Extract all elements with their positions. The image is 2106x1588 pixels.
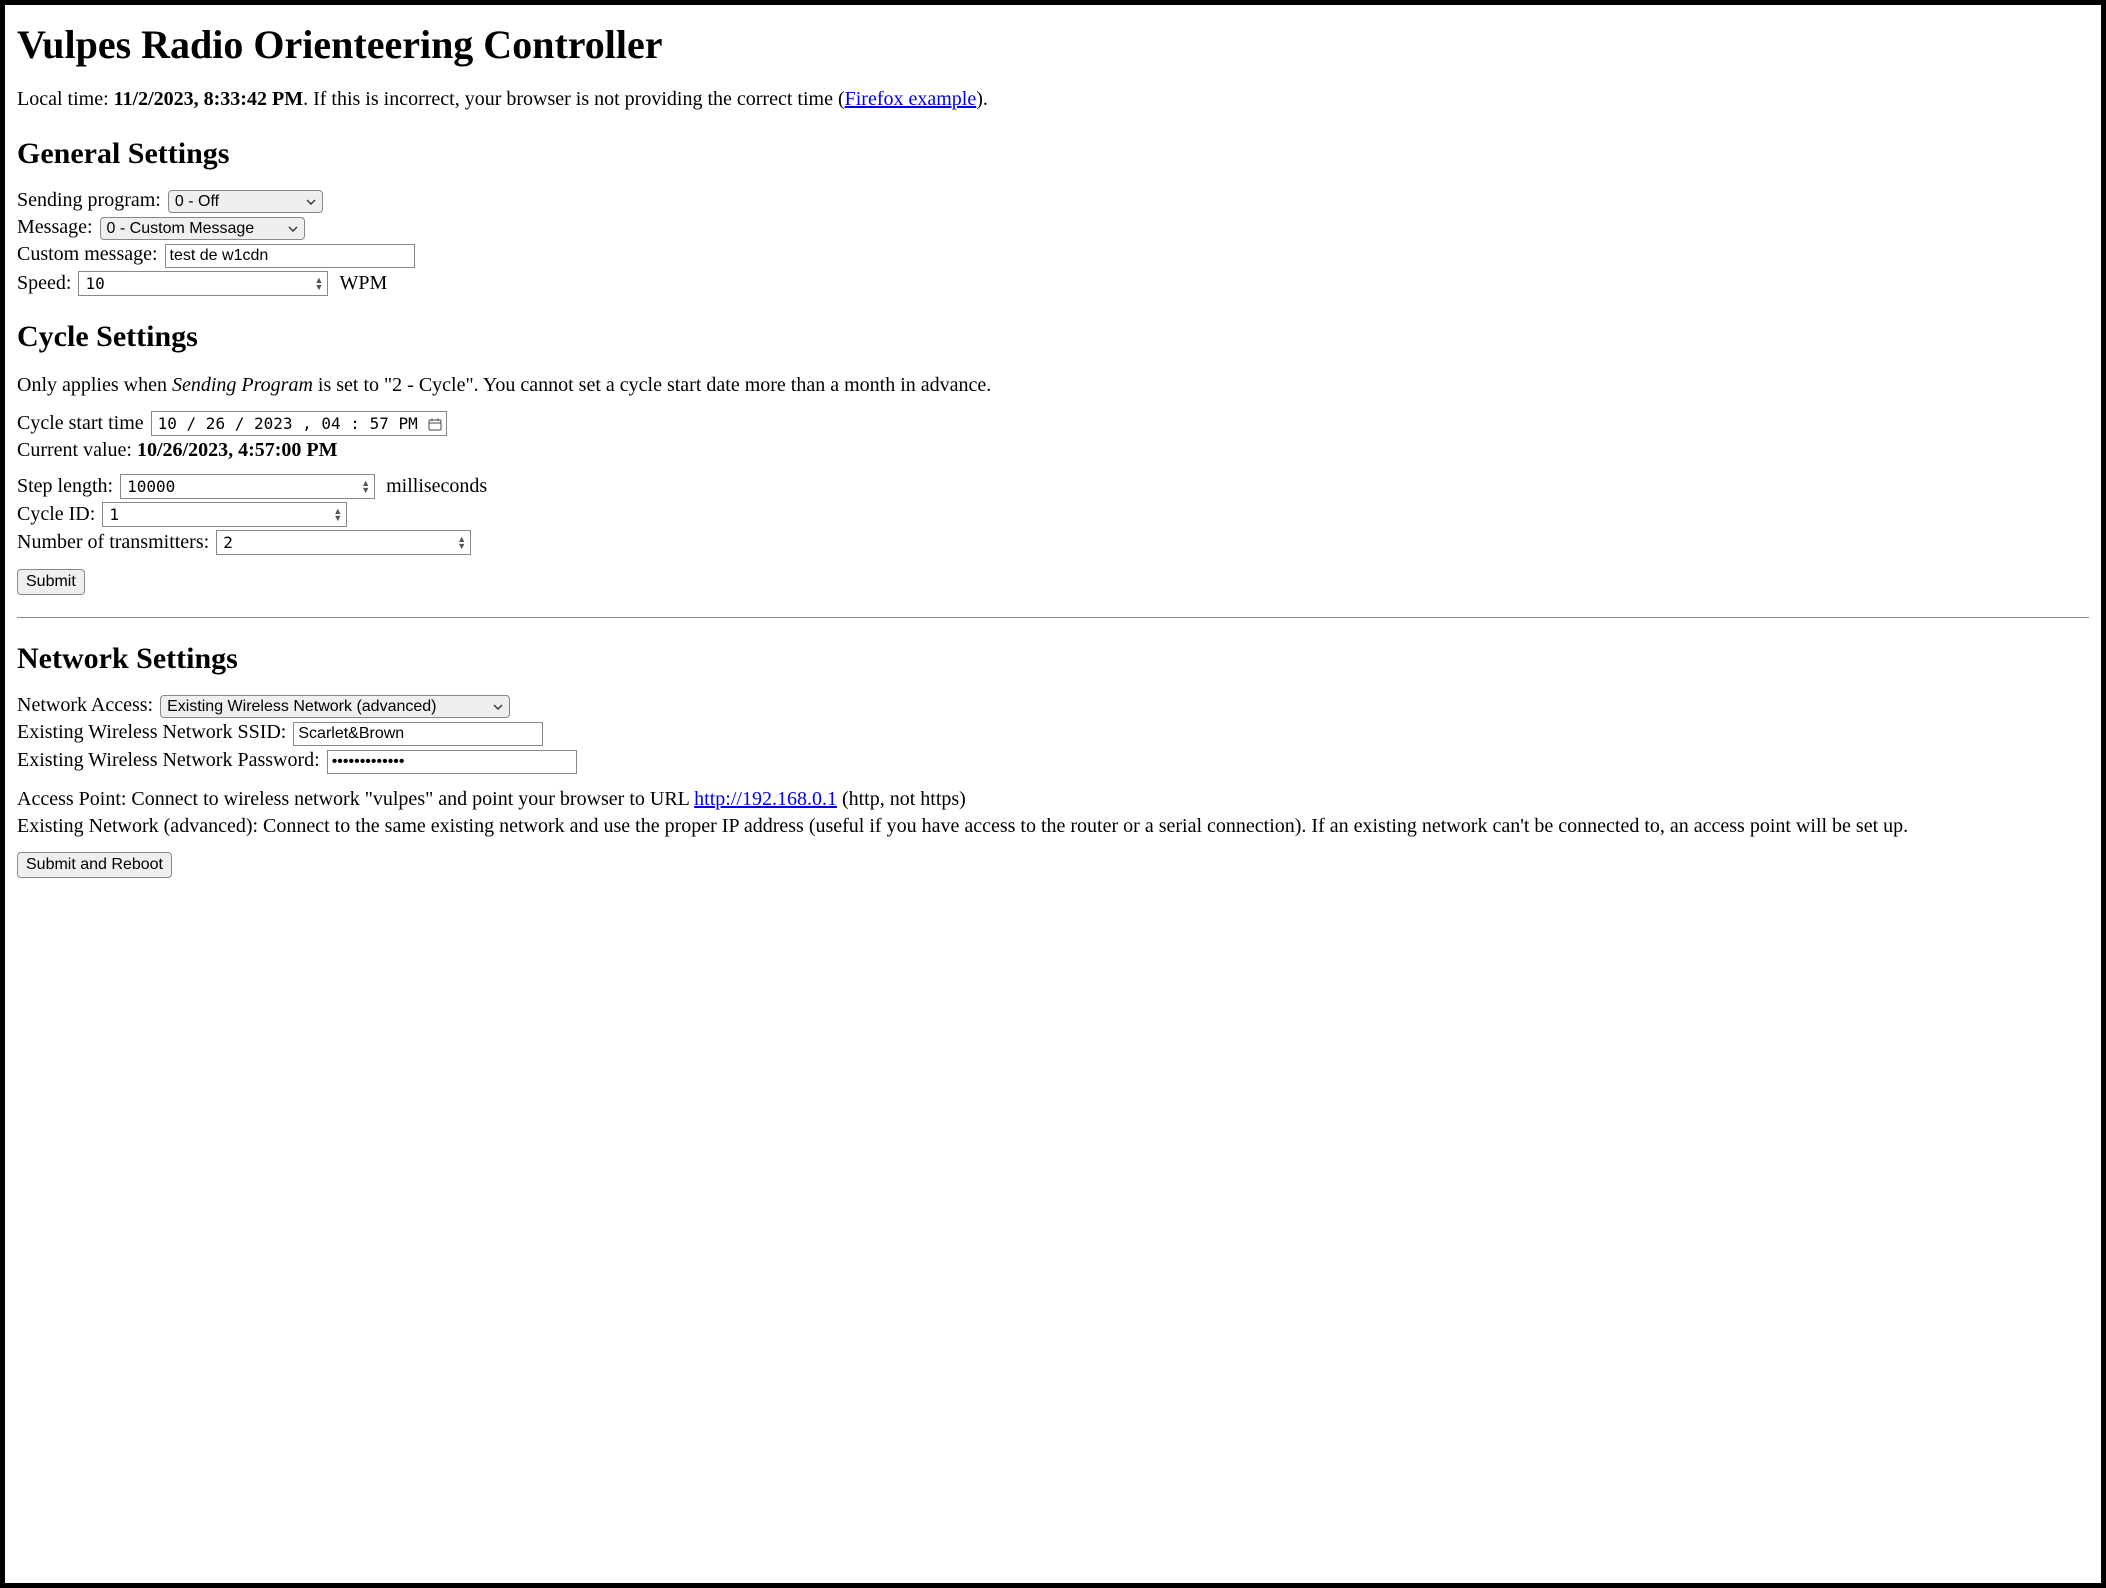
custom-message-label: Custom message:	[17, 243, 158, 265]
speed-unit: WPM	[339, 272, 387, 294]
local-time-value: 11/2/2023, 8:33:42 PM	[114, 88, 303, 110]
wifi-password-label: Existing Wireless Network Password:	[17, 749, 320, 771]
local-time-after-link: ).	[976, 88, 988, 110]
message-label: Message:	[17, 216, 93, 238]
page-title: Vulpes Radio Orienteering Controller	[17, 21, 2089, 68]
local-time-suffix: . If this is incorrect, your browser is …	[303, 88, 845, 110]
stepper-icon[interactable]: ▲▼	[315, 277, 324, 291]
stepper-icon[interactable]: ▲▼	[361, 480, 370, 494]
submit-reboot-button[interactable]: Submit and Reboot	[17, 852, 172, 878]
cycle-note-em: Sending Program	[172, 374, 313, 396]
ap-url-link[interactable]: http://192.168.0.1	[694, 788, 837, 810]
network-settings-heading: Network Settings	[17, 642, 2089, 676]
cycle-start-time-value: 10 / 26 / 2023 , 04 : 57 PM	[156, 412, 420, 435]
cycle-id-input[interactable]	[107, 503, 307, 526]
ap-help-pre: Access Point: Connect to wireless networ…	[17, 788, 694, 810]
current-value-label: Current value:	[17, 439, 137, 461]
cycle-start-time-input[interactable]: 10 / 26 / 2023 , 04 : 57 PM	[151, 411, 447, 436]
cycle-settings-heading: Cycle Settings	[17, 320, 2089, 354]
sending-program-select[interactable]: 0 - Off	[168, 190, 323, 213]
sending-program-label: Sending program:	[17, 189, 161, 211]
cycle-note-pre: Only applies when	[17, 374, 172, 396]
step-length-unit: milliseconds	[386, 475, 487, 497]
ssid-label: Existing Wireless Network SSID:	[17, 721, 286, 743]
stepper-icon[interactable]: ▲▼	[333, 508, 342, 522]
custom-message-input[interactable]	[165, 244, 415, 268]
ssid-input[interactable]	[293, 722, 543, 746]
wifi-password-input[interactable]	[327, 750, 577, 774]
speed-label: Speed:	[17, 272, 71, 294]
local-time-line: Local time: 11/2/2023, 8:33:42 PM. If th…	[17, 86, 2089, 113]
local-time-label: Local time:	[17, 88, 114, 110]
n-transmitters-label: Number of transmitters:	[17, 531, 209, 553]
current-value: 10/26/2023, 4:57:00 PM	[137, 439, 338, 461]
network-access-select[interactable]: Existing Wireless Network (advanced)	[160, 695, 510, 718]
firefox-example-link[interactable]: Firefox example	[845, 88, 977, 110]
divider	[17, 617, 2089, 618]
stepper-icon[interactable]: ▲▼	[457, 536, 466, 550]
ap-help-post: (http, not https)	[837, 788, 966, 810]
calendar-icon[interactable]	[428, 417, 442, 431]
cycle-note-post: is set to "2 - Cycle". You cannot set a …	[313, 374, 991, 396]
cycle-id-label: Cycle ID:	[17, 503, 95, 525]
submit-button[interactable]: Submit	[17, 569, 85, 595]
speed-input[interactable]	[83, 272, 283, 295]
message-select[interactable]: 0 - Custom Message	[100, 217, 305, 240]
network-access-label: Network Access:	[17, 694, 153, 716]
existing-network-help: Existing Network (advanced): Connect to …	[17, 815, 1908, 837]
general-settings-heading: General Settings	[17, 137, 2089, 171]
n-transmitters-input[interactable]	[221, 531, 426, 554]
step-length-input[interactable]	[125, 475, 330, 498]
step-length-label: Step length:	[17, 475, 113, 497]
cycle-start-time-label: Cycle start time	[17, 412, 144, 434]
cycle-note: Only applies when Sending Program is set…	[17, 372, 2089, 399]
network-help: Access Point: Connect to wireless networ…	[17, 786, 2089, 840]
